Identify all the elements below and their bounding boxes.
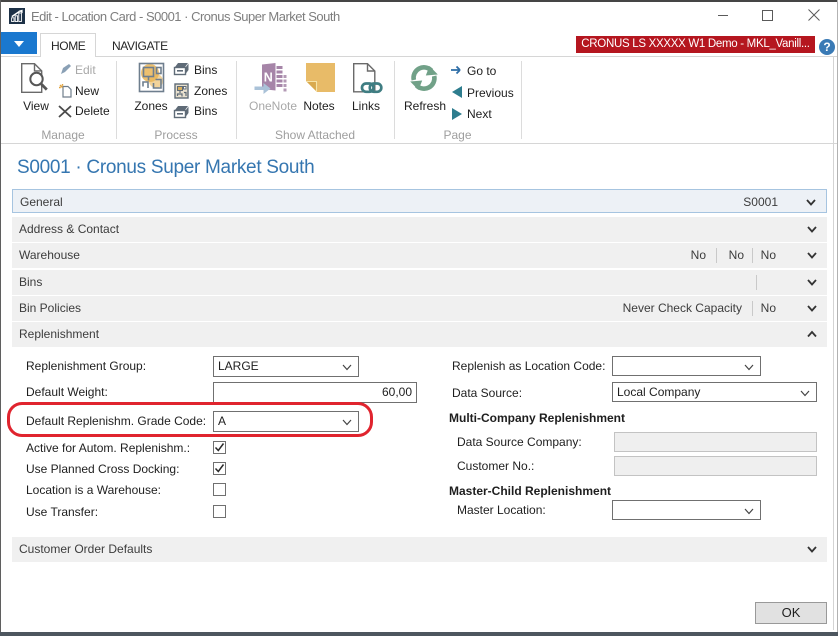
svg-text:N: N (264, 71, 273, 85)
